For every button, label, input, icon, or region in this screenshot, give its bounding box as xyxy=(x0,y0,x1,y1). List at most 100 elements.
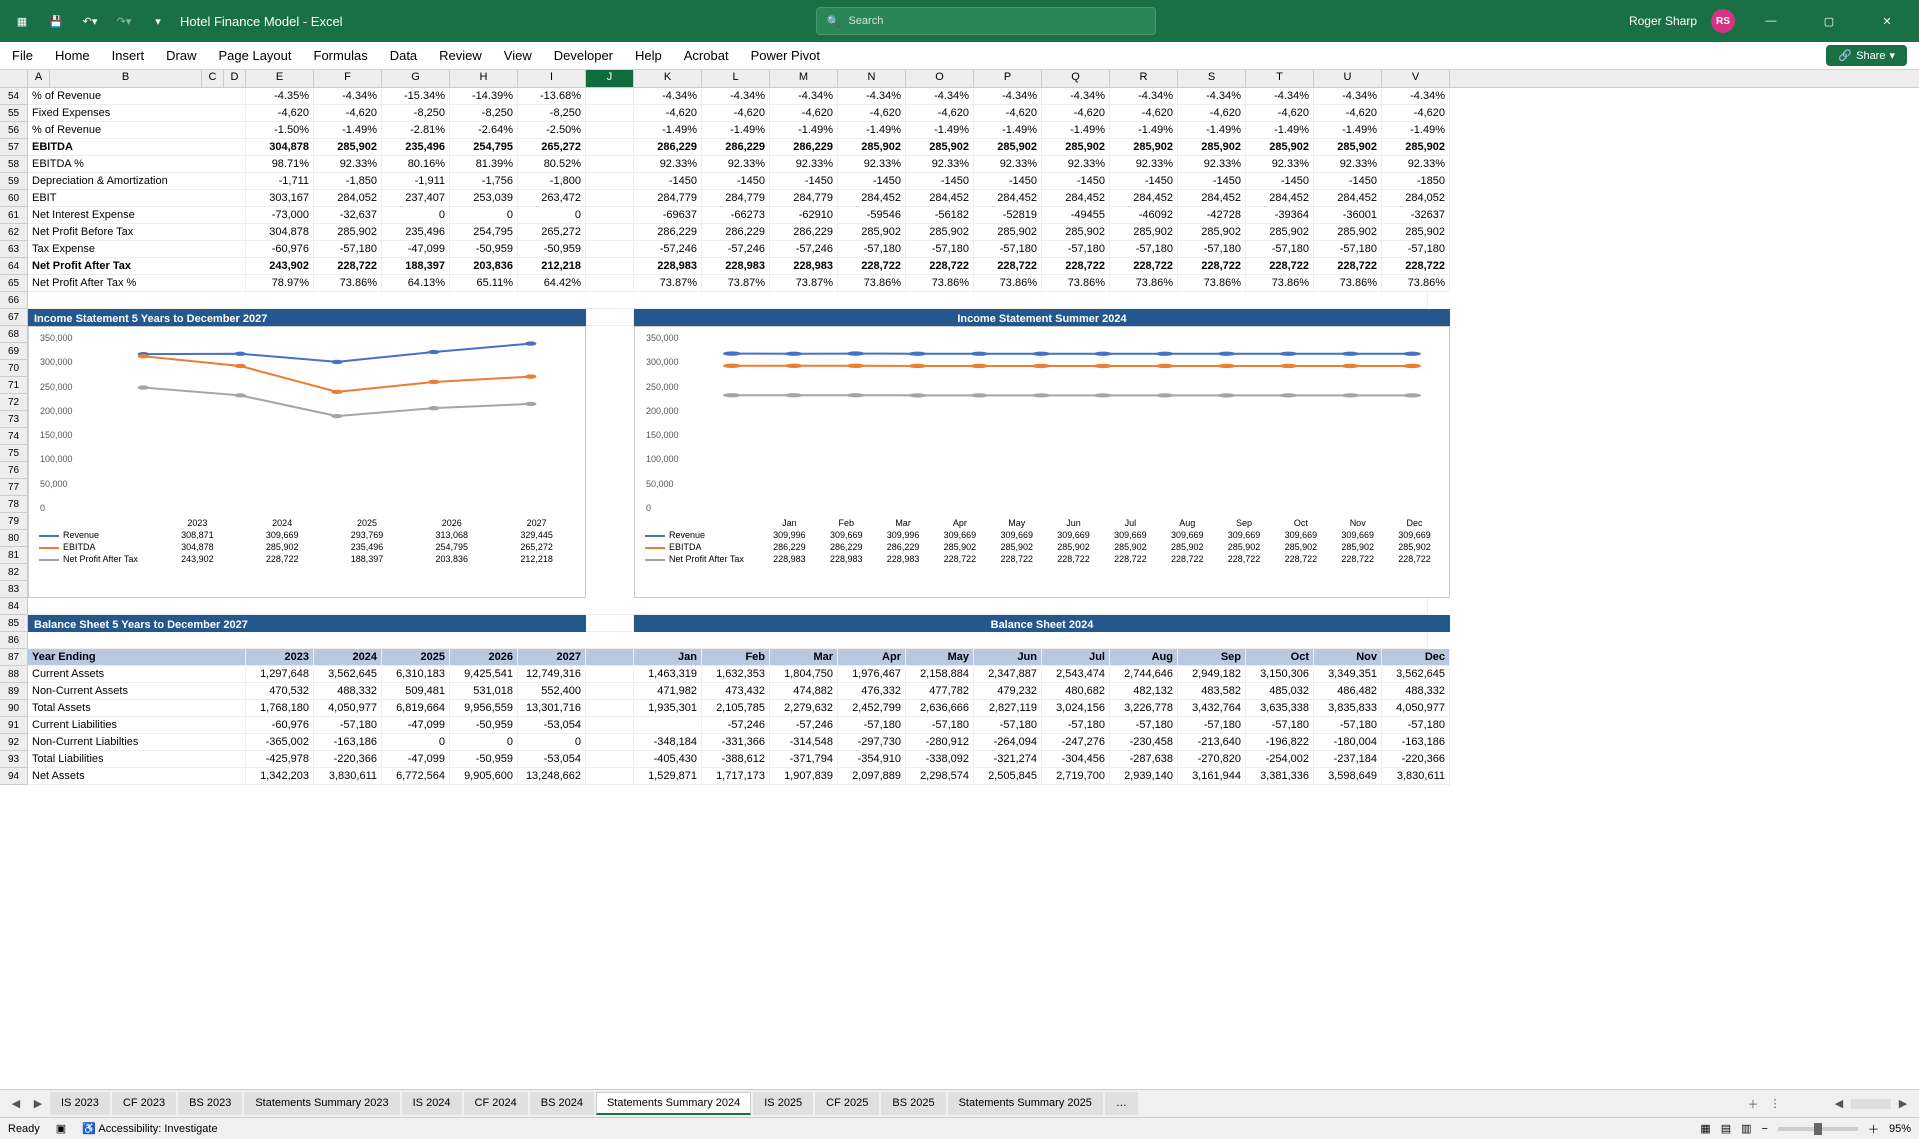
cell[interactable]: 488,332 xyxy=(1382,683,1450,700)
row-header[interactable]: 56 xyxy=(0,122,28,139)
chart[interactable]: 350,000300,000250,000200,000150,000100,0… xyxy=(28,326,586,598)
cell[interactable]: 284,779 xyxy=(702,190,770,207)
cell[interactable]: -297,730 xyxy=(838,734,906,751)
cell[interactable]: 3,635,338 xyxy=(1246,700,1314,717)
cell[interactable]: 0 xyxy=(450,207,518,224)
cell[interactable]: 13,248,662 xyxy=(518,768,586,785)
cell[interactable]: 0 xyxy=(382,207,450,224)
cell[interactable]: -1.49% xyxy=(634,122,702,139)
cell[interactable]: -13.68% xyxy=(518,88,586,105)
col-header-O[interactable]: O xyxy=(906,70,974,87)
undo-icon[interactable]: ↶▾ xyxy=(78,9,102,33)
tab-add-icon[interactable]: ＋ xyxy=(1743,1096,1763,1112)
cell[interactable]: -1,911 xyxy=(382,173,450,190)
row-header[interactable]: 85 xyxy=(0,615,28,632)
cell-label[interactable]: Total Liabilities xyxy=(28,751,246,768)
cell[interactable]: 3,562,645 xyxy=(1382,666,1450,683)
cell[interactable]: 1,342,203 xyxy=(246,768,314,785)
cell[interactable]: -57,246 xyxy=(634,241,702,258)
row-header[interactable]: 73 xyxy=(0,411,28,428)
cell[interactable]: 480,682 xyxy=(1042,683,1110,700)
cell[interactable]: 92.33% xyxy=(1246,156,1314,173)
ribbon-tab-home[interactable]: Home xyxy=(55,48,90,63)
cell[interactable]: -388,612 xyxy=(702,751,770,768)
row-header[interactable]: 83 xyxy=(0,581,28,598)
user-name[interactable]: Roger Sharp xyxy=(1629,14,1697,28)
col-header-H[interactable]: H xyxy=(450,70,518,87)
cell[interactable]: 2,505,845 xyxy=(974,768,1042,785)
cell[interactable]: 285,902 xyxy=(1246,139,1314,156)
cell[interactable]: 2,744,646 xyxy=(1110,666,1178,683)
sheet-tab[interactable]: Statements Summary 2025 xyxy=(948,1092,1103,1115)
cell[interactable]: 284,452 xyxy=(1042,190,1110,207)
col-header-P[interactable]: P xyxy=(974,70,1042,87)
cell[interactable]: -1.49% xyxy=(702,122,770,139)
cell[interactable]: -57,246 xyxy=(770,717,838,734)
cell-label[interactable]: Depreciation & Amortization xyxy=(28,173,246,190)
col-header-L[interactable]: L xyxy=(702,70,770,87)
cell[interactable]: 3,161,944 xyxy=(1178,768,1246,785)
col-header-E[interactable]: E xyxy=(246,70,314,87)
ribbon-tab-file[interactable]: File xyxy=(12,48,33,63)
cell[interactable]: -2.50% xyxy=(518,122,586,139)
col-header-M[interactable]: M xyxy=(770,70,838,87)
cell-label[interactable]: Net Assets xyxy=(28,768,246,785)
tab-nav-next[interactable]: ▶ xyxy=(28,1097,48,1110)
cell[interactable]: -254,002 xyxy=(1246,751,1314,768)
cell[interactable]: 2,105,785 xyxy=(702,700,770,717)
cell[interactable]: 92.33% xyxy=(1382,156,1450,173)
cell[interactable]: 285,902 xyxy=(1246,224,1314,241)
cell[interactable]: 6,310,183 xyxy=(382,666,450,683)
cell-label[interactable]: EBITDA % xyxy=(28,156,246,173)
sheet-tab[interactable]: … xyxy=(1105,1092,1138,1115)
cell[interactable]: -1.49% xyxy=(974,122,1042,139)
cell[interactable]: -57,180 xyxy=(838,717,906,734)
sheet-tab[interactable]: CF 2023 xyxy=(112,1092,176,1115)
cell[interactable]: -57,246 xyxy=(770,241,838,258)
cell[interactable]: -1450 xyxy=(974,173,1042,190)
cell[interactable]: 73.86% xyxy=(1382,275,1450,292)
cell-label[interactable]: Non-Current Assets xyxy=(28,683,246,700)
zoom-level[interactable]: 95% xyxy=(1889,1123,1911,1135)
row-header[interactable]: 88 xyxy=(0,666,28,683)
cell[interactable]: -8,250 xyxy=(450,105,518,122)
cell[interactable]: 228,722 xyxy=(314,258,382,275)
cell[interactable]: 203,836 xyxy=(450,258,518,275)
cell[interactable]: -1.49% xyxy=(1178,122,1246,139)
cell[interactable]: -1.49% xyxy=(1042,122,1110,139)
cell[interactable]: 6,772,564 xyxy=(382,768,450,785)
zoom-slider[interactable] xyxy=(1778,1127,1858,1131)
col-header-U[interactable]: U xyxy=(1314,70,1382,87)
cell[interactable]: 73.87% xyxy=(702,275,770,292)
cell[interactable] xyxy=(586,88,634,105)
col-header-F[interactable]: F xyxy=(314,70,382,87)
cell[interactable]: -57,180 xyxy=(1178,717,1246,734)
hscroll-right-icon[interactable]: ▶ xyxy=(1893,1097,1913,1110)
row-header[interactable]: 89 xyxy=(0,683,28,700)
row-header[interactable]: 94 xyxy=(0,768,28,785)
cell[interactable]: -57,180 xyxy=(1246,717,1314,734)
cell[interactable]: 482,132 xyxy=(1110,683,1178,700)
cell[interactable]: -4,620 xyxy=(314,105,382,122)
cell[interactable]: 237,407 xyxy=(382,190,450,207)
cell[interactable] xyxy=(586,717,634,734)
cell[interactable]: 284,052 xyxy=(1382,190,1450,207)
row-header[interactable]: 65 xyxy=(0,275,28,292)
cell[interactable]: 235,496 xyxy=(382,139,450,156)
cell[interactable]: -1450 xyxy=(1110,173,1178,190)
row-header[interactable]: 80 xyxy=(0,530,28,547)
cell[interactable]: -1.49% xyxy=(770,122,838,139)
cell[interactable]: -4,620 xyxy=(702,105,770,122)
cell[interactable]: 2,279,632 xyxy=(770,700,838,717)
col-header-R[interactable]: R xyxy=(1110,70,1178,87)
cell[interactable]: -4,620 xyxy=(1178,105,1246,122)
cell[interactable] xyxy=(586,241,634,258)
cell[interactable]: 470,532 xyxy=(246,683,314,700)
cell[interactable]: -57,180 xyxy=(1110,241,1178,258)
cell[interactable]: -287,638 xyxy=(1110,751,1178,768)
cell[interactable]: -2.81% xyxy=(382,122,450,139)
cell[interactable]: -348,184 xyxy=(634,734,702,751)
cell[interactable]: 1,935,301 xyxy=(634,700,702,717)
cell[interactable]: -4,620 xyxy=(838,105,906,122)
row-header[interactable]: 57 xyxy=(0,139,28,156)
